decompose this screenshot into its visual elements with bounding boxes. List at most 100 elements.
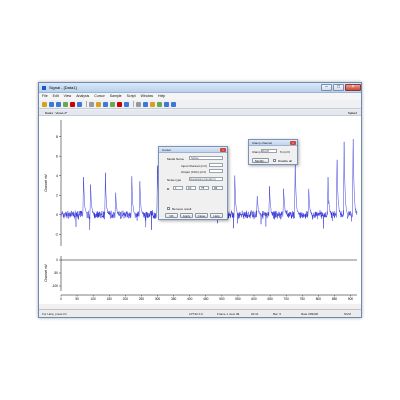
toolbar-separator [86,101,87,107]
y-tick-label: 4 [56,174,58,178]
toolbar-separator [133,101,134,107]
toolbar-button[interactable] [103,101,108,107]
toolbar-button[interactable] [164,101,169,107]
param-value-1: 1 [175,186,177,190]
x-tick-label: 850 [332,297,338,301]
remove-result-checkbox[interactable] [167,207,170,210]
status-field-6: NUM [344,312,351,316]
cursor-dialog: Cursor × Model Name Spike Input Channel … [158,146,228,220]
x-tick-label: 550 [235,297,241,301]
toolbar-button[interactable] [117,101,122,107]
field1-label: Input Channel (mV) [181,164,208,168]
clamp-value: 0 mV [262,149,270,153]
y-axis-label: Channel mV [44,173,48,191]
menu-bar: File Edit View Analysis Cursor Sample Sc… [39,93,361,100]
x-tick-label: 350 [171,297,177,301]
minimize-button[interactable]: – [321,84,332,91]
title-bar: Signal - [Data1] – □ × [39,83,361,93]
disable-all-checkbox[interactable] [273,159,276,162]
clamp-dialog: Clamp channel × Clamp 0 mV % (mV) Modify… [248,139,298,165]
toolbar-button[interactable] [150,101,155,107]
menu-cursor[interactable]: Cursor [94,93,105,100]
toolbar-button[interactable] [171,101,176,107]
toolbar-button[interactable] [124,101,129,107]
x-tick-label: 900 [348,297,354,301]
dialog-title: Cursor [159,147,227,153]
x-tick-label: 650 [267,297,273,301]
param-value-2: 10 [188,186,192,190]
status-field-3: 02:31 [251,312,259,316]
status-field-4: Bar: 0 [273,312,282,316]
x-tick-label: 800 [316,297,322,301]
maximize-button[interactable]: □ [333,84,344,91]
x-tick-label: 700 [284,297,290,301]
lower-y-tick-label: -50 [53,271,58,275]
field1-input[interactable] [209,163,223,167]
x-tick-label: 0 [60,297,62,301]
y-tick-label: 2 [56,193,58,197]
y-tick-label: 6 [56,154,58,158]
x-tick-label: 500 [219,297,225,301]
param-value-4: 95 [214,186,218,190]
toolbar-button[interactable] [157,101,162,107]
lower-y-axis-label: Channel mV [44,263,48,281]
y-tick-label: 8 [56,135,58,139]
field2-label: Output (ChC) (mV) [181,170,207,174]
x-tick-label: 400 [187,297,193,301]
menu-script[interactable]: Script [127,93,136,100]
toolbar-button[interactable] [77,101,82,107]
remove-result-label: Remove result [172,207,192,211]
status-field-2: Frame 1 view 0$ [217,312,240,316]
x-tick-label: 750 [300,297,306,301]
param-symbol: G [167,187,170,191]
menu-help[interactable]: Help [158,93,165,100]
lower-y-tick-label: 0 [56,258,58,262]
modify-button[interactable]: Modify... [252,158,269,163]
toolbar-button[interactable] [42,101,47,107]
status-help-text: For Help, press F1 [42,312,67,316]
toolbar-button[interactable] [49,101,54,107]
toolbar-button[interactable] [63,101,68,107]
status-field-5: Rate 999000 [301,312,319,316]
toolbar-button[interactable] [96,101,101,107]
menu-edit[interactable]: Edit [53,93,59,100]
menu-window[interactable]: Window [141,93,153,100]
toolbar-button[interactable] [136,101,141,107]
x-tick-label: 50 [75,297,79,301]
status-field-1: LPT32 0.0 [189,312,203,316]
clamp-label: Clamp [252,150,261,154]
x-tick-label: 600 [251,297,257,301]
toolbar-button[interactable] [110,101,115,107]
x-tick-label: 150 [107,297,113,301]
help-button[interactable]: Help [210,213,223,218]
close-button[interactable]: × [345,84,361,91]
x-tick-label: 450 [203,297,209,301]
ok-button[interactable]: OK [165,213,178,218]
toolbar [39,100,361,109]
noise-label: Noise type [167,178,182,182]
app-icon [42,86,46,90]
menu-view[interactable]: View [64,93,72,100]
lower-y-tick-label: -100 [52,284,59,288]
menu-analysis[interactable]: Analysis [76,93,89,100]
window-title: Signal - [Data1] [49,85,77,90]
clamp-close-button[interactable]: × [290,141,296,145]
toolbar-button[interactable] [89,101,94,107]
close-dialog-button[interactable]: Close [195,213,208,218]
menu-file[interactable]: File [42,93,48,100]
param-value-3: 75 [201,186,205,190]
menu-sample[interactable]: Sample [110,93,122,100]
model-label: Model Name [167,157,185,161]
x-tick-label: 200 [123,297,129,301]
x-tick-label: 250 [139,297,145,301]
toolbar-button[interactable] [143,101,148,107]
dialog-close-button[interactable]: × [220,148,226,152]
status-bar: For Help, press F1 LPT32 0.0 Frame 1 vie… [39,309,361,317]
disable-all-label: Disable all [278,159,292,163]
apply-button[interactable]: Apply [180,213,193,218]
toolbar-button[interactable] [70,101,75,107]
toolbar-button[interactable] [56,101,61,107]
y-tick-label: -2 [55,232,58,236]
field2-input[interactable] [209,169,223,173]
model-value: Spike [191,156,199,160]
